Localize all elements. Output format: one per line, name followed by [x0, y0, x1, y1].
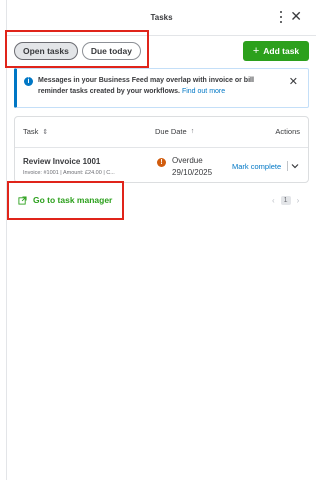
task-header-label: Task: [23, 127, 39, 136]
panel-title: Tasks: [150, 13, 173, 22]
actions-header-label: Actions: [275, 127, 300, 136]
chevron-down-icon[interactable]: [291, 162, 299, 170]
kebab-menu-icon[interactable]: [278, 11, 284, 23]
go-to-task-manager-link[interactable]: Go to task manager: [18, 195, 112, 205]
actions-column-header: Actions: [275, 127, 300, 136]
tasks-table: Task ⇕ Due Date ↑ Actions Review Invoice…: [14, 116, 309, 183]
overdue-warning-icon: !: [157, 158, 166, 167]
sort-icon: ⇕: [42, 128, 49, 136]
sort-up-icon: ↑: [190, 128, 195, 135]
task-column-header[interactable]: Task ⇕: [23, 127, 48, 136]
highlight-box-filters: [5, 30, 149, 68]
close-icon[interactable]: ✕: [290, 9, 302, 23]
task-due-date: 29/10/2025: [172, 168, 213, 177]
chevron-left-icon[interactable]: ‹: [272, 196, 275, 205]
find-out-more-link[interactable]: Find out more: [182, 88, 225, 95]
banner-message: Messages in your Business Feed may overl…: [38, 75, 278, 97]
current-page[interactable]: 1: [280, 196, 291, 205]
chevron-right-icon[interactable]: ›: [297, 196, 300, 205]
table-header-divider: [15, 147, 308, 148]
due-date-column-header[interactable]: Due Date ↑: [155, 127, 194, 136]
add-task-label: Add task: [263, 46, 300, 56]
task-status: Overdue: [172, 156, 203, 165]
action-divider: [287, 161, 288, 171]
banner-close-icon[interactable]: ✕: [289, 75, 298, 88]
external-link-icon: [18, 195, 27, 205]
go-to-task-manager-label: Go to task manager: [33, 195, 113, 205]
task-title[interactable]: Review Invoice 1001: [23, 157, 100, 166]
info-banner: i Messages in your Business Feed may ove…: [14, 68, 309, 108]
task-details: Invoice: #1001 | Amount: £24.00 | C...: [23, 170, 115, 176]
due-date-header-label: Due Date: [155, 127, 187, 136]
mark-complete-button[interactable]: Mark complete: [232, 162, 281, 171]
pagination: ‹ 1 ›: [272, 196, 299, 205]
plus-icon: +: [252, 44, 260, 57]
panel-left-border: [6, 0, 7, 480]
add-task-button[interactable]: + Add task: [243, 41, 309, 61]
info-icon: i: [24, 77, 33, 86]
